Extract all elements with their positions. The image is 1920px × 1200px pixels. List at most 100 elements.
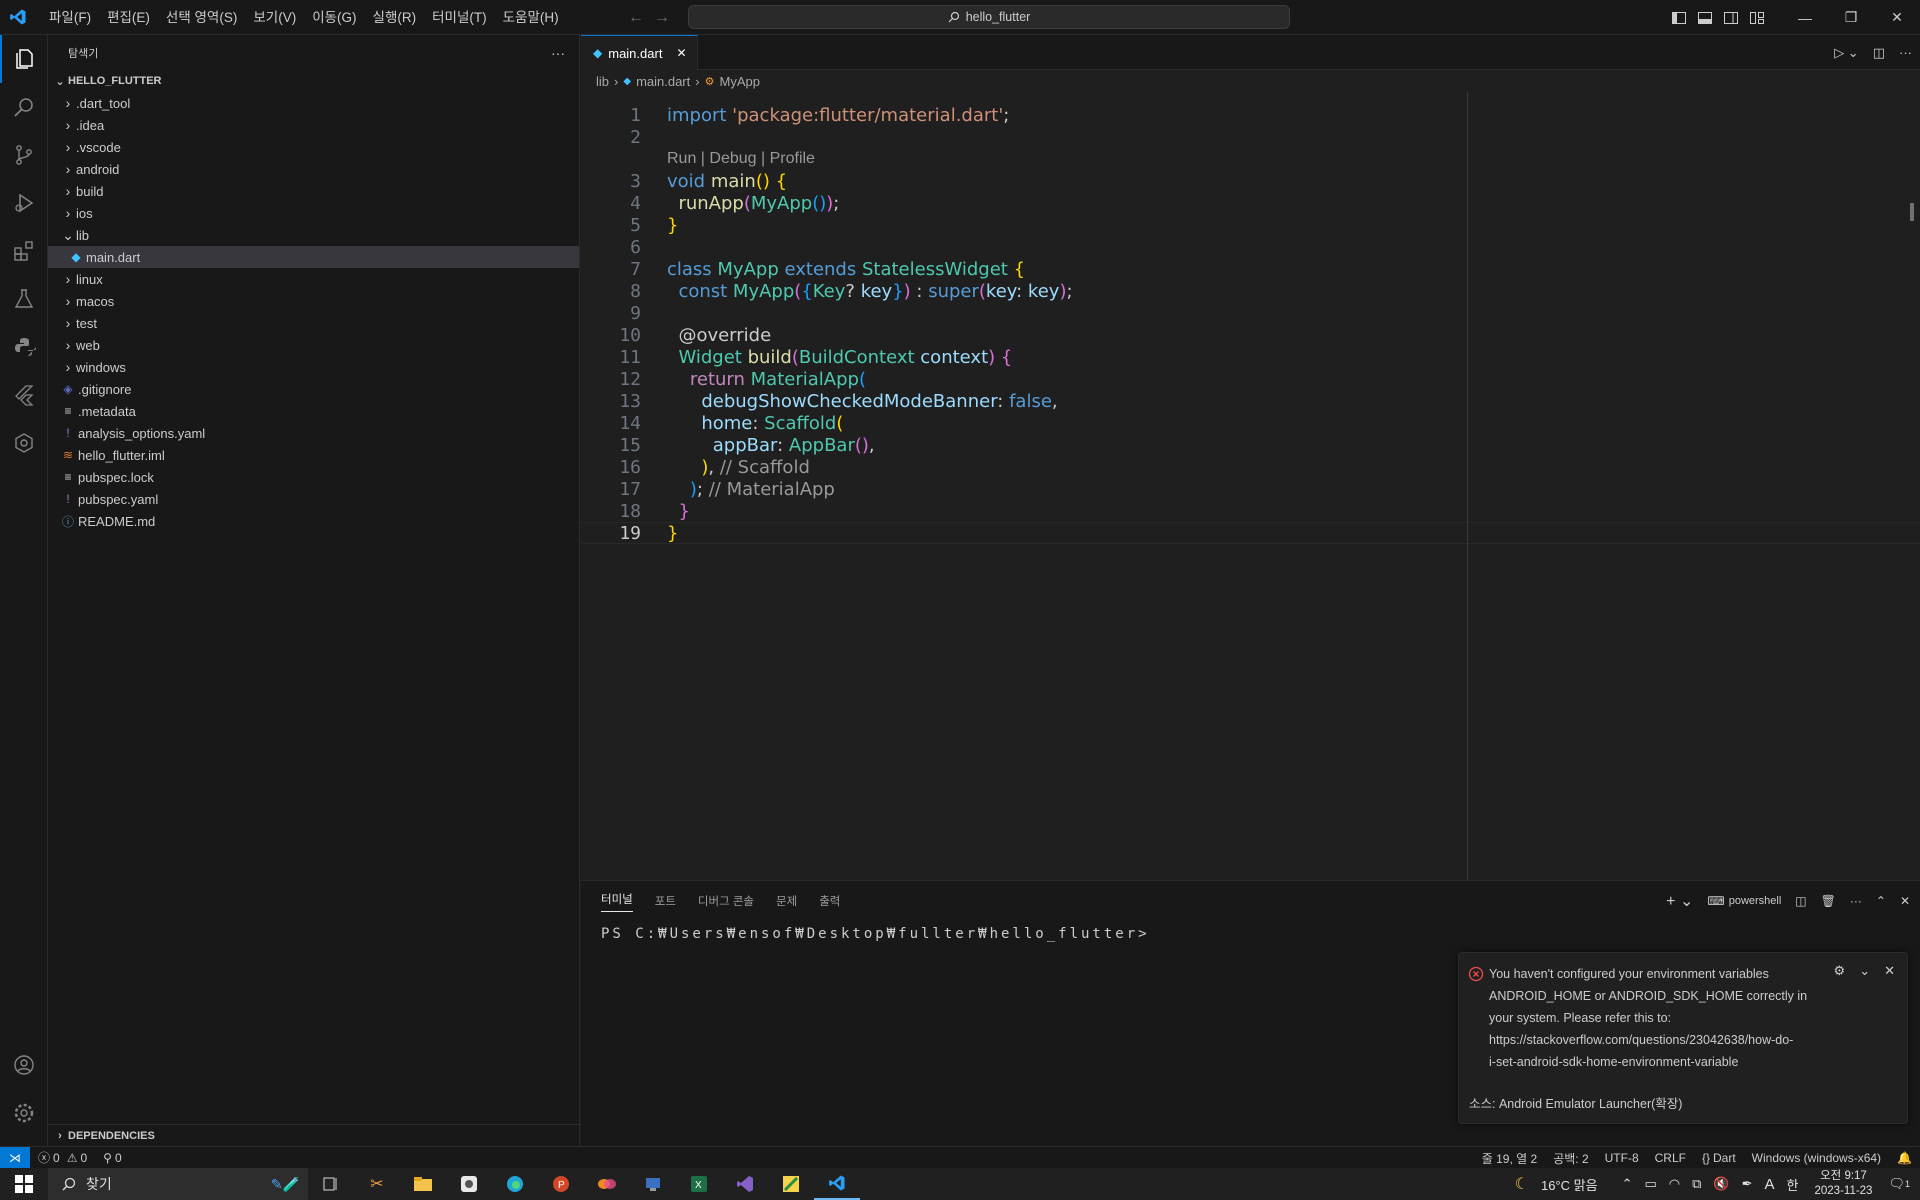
display-icon[interactable]: ⧉ [1686,1176,1707,1192]
menu-item-6[interactable]: 터미널(T) [424,0,495,35]
folder-item[interactable]: › android [48,158,579,180]
folder-item[interactable]: › .dart_tool [48,92,579,114]
clock[interactable]: 오전 9:17 2023-11-23 [1804,1169,1882,1199]
ports-indicator[interactable]: ⚲ 0 [95,1151,129,1165]
python-icon[interactable] [0,323,48,371]
pen-icon[interactable]: ✒ [1736,1176,1759,1192]
excel-icon[interactable]: X [676,1168,722,1200]
close-window-icon[interactable]: ✕ [1874,0,1920,35]
project-section-header[interactable]: ⌄ HELLO_FLUTTER [48,70,579,92]
panel-tab-3[interactable]: 문제 [776,893,797,909]
file-explorer-icon[interactable] [400,1168,446,1200]
extensions-icon[interactable] [0,227,48,275]
font-a-label[interactable]: A [1759,1176,1781,1193]
taskbar-search[interactable]: 찾기 ✎🧪 [48,1168,308,1200]
volume-muted-icon[interactable]: 🔇 [1707,1176,1735,1192]
restore-icon[interactable]: ❐ [1828,0,1874,35]
search-activity-icon[interactable] [0,83,48,131]
windows-start-icon[interactable] [0,1168,48,1200]
chevron-down-icon[interactable]: ⌄ [1859,963,1870,979]
terminal-prompt[interactable]: PS C:₩Users₩ensof₩Desktop₩fullter₩hello_… [601,926,1150,942]
file-item[interactable]: ≡ pubspec.lock [48,466,579,488]
file-item[interactable]: ≋ hello_flutter.iml [48,444,579,466]
toggle-primary-sidebar-icon[interactable] [1666,0,1692,35]
wifi-icon[interactable]: ◠ [1663,1176,1686,1192]
line-ending[interactable]: CRLF [1647,1151,1694,1165]
vscode-taskbar-icon[interactable] [814,1168,860,1200]
close-icon[interactable]: ✕ [1884,963,1895,979]
breadcrumb-symbol[interactable]: MyApp [719,74,759,89]
forward-arrow-icon[interactable]: → [654,9,670,27]
kill-terminal-icon[interactable]: 🗑 [1821,894,1836,908]
account-icon[interactable] [0,1041,48,1089]
breadcrumb-file[interactable]: main.dart [636,74,690,89]
menu-item-1[interactable]: 편집(E) [99,0,158,35]
edge-browser-icon[interactable] [492,1168,538,1200]
breadcrumb-lib[interactable]: lib [596,74,609,89]
close-tab-icon[interactable]: ✕ [676,46,686,60]
settings-gear-icon[interactable] [0,1089,48,1137]
code-editor[interactable]: 1 import 'package:flutter/material.dart';… [581,92,1920,880]
scrollbar-thumb[interactable] [1910,203,1914,221]
menu-item-7[interactable]: 도움말(H) [495,0,567,35]
weather-label[interactable]: 16°C 맑음 [1535,1175,1604,1194]
colorful-app-icon[interactable] [584,1168,630,1200]
split-terminal-icon[interactable]: ◫ [1795,894,1806,908]
show-hidden-icons-icon[interactable]: ⌃ [1616,1176,1639,1192]
tab-main-dart[interactable]: ◆ main.dart ✕ [581,35,698,70]
indentation[interactable]: 공백: 2 [1545,1150,1596,1167]
file-item[interactable]: ≡ .metadata [48,400,579,422]
notification-line[interactable]: https://stackoverflow.com/questions/2304… [1489,1029,1819,1051]
panel-tab-1[interactable]: 포트 [655,893,676,909]
problems-indicator[interactable]: ⓧ 0 ⚠ 0 [30,1149,95,1166]
source-control-icon[interactable] [0,131,48,179]
new-terminal-icon[interactable]: + ⌄ [1666,891,1693,911]
folder-item[interactable]: › .vscode [48,136,579,158]
panel-tab-4[interactable]: 출력 [819,893,840,909]
notification-center-icon[interactable]: 🗨 1 [1882,1176,1920,1192]
panel-tab-2[interactable]: 디버그 콘솔 [698,893,754,909]
remote-indicator-icon[interactable]: ⋊ [0,1146,30,1169]
minimize-icon[interactable]: — [1782,0,1828,35]
file-item[interactable]: ! analysis_options.yaml [48,422,579,444]
device-selector[interactable]: Windows (windows-x64) [1744,1151,1889,1165]
notifications-bell-icon[interactable]: 🔔 [1889,1151,1920,1165]
ime-label[interactable]: 한 [1781,1175,1805,1194]
folder-item[interactable]: › test [48,312,579,334]
menu-item-0[interactable]: 파일(F) [41,0,99,35]
menu-item-4[interactable]: 이동(G) [304,0,364,35]
folder-item[interactable]: › ios [48,202,579,224]
task-view-icon[interactable] [308,1168,354,1200]
network-app-icon[interactable] [630,1168,676,1200]
language-mode[interactable]: {} Dart [1694,1151,1744,1165]
folder-item[interactable]: › linux [48,268,579,290]
visual-studio-icon[interactable] [722,1168,768,1200]
remote-explorer-icon[interactable] [0,419,48,467]
file-item[interactable]: ⓘ README.md [48,510,579,532]
folder-item[interactable]: › build [48,180,579,202]
toggle-panel-icon[interactable] [1692,0,1718,35]
back-arrow-icon[interactable]: ← [628,9,644,27]
testing-flask-icon[interactable] [0,275,48,323]
run-debug-icon[interactable] [0,179,48,227]
tool-app-icon[interactable] [768,1168,814,1200]
folder-item[interactable]: › macos [48,290,579,312]
command-center-search[interactable]: hello_flutter [688,5,1290,29]
panel-more-icon[interactable]: ··· [1850,894,1862,908]
notification-line[interactable]: i-set-android-sdk-home-environment-varia… [1489,1051,1819,1073]
gear-icon[interactable]: ⚙ [1834,963,1846,979]
encoding[interactable]: UTF-8 [1597,1151,1647,1165]
split-editor-icon[interactable]: ◫ [1873,45,1885,61]
folder-item[interactable]: › web [48,334,579,356]
flutter-icon[interactable] [0,371,48,419]
menu-item-5[interactable]: 실행(R) [365,0,425,35]
folder-item[interactable]: › .idea [48,114,579,136]
toggle-secondary-sidebar-icon[interactable] [1718,0,1744,35]
powerpoint-icon[interactable]: P [538,1168,584,1200]
file-item[interactable]: ◈ .gitignore [48,378,579,400]
more-actions-icon[interactable]: ··· [551,45,565,61]
panel-tab-0[interactable]: 터미널 [601,891,633,912]
explorer-icon[interactable] [0,35,48,83]
close-panel-icon[interactable]: ✕ [1900,894,1910,908]
cursor-position[interactable]: 줄 19, 열 2 [1474,1150,1545,1167]
